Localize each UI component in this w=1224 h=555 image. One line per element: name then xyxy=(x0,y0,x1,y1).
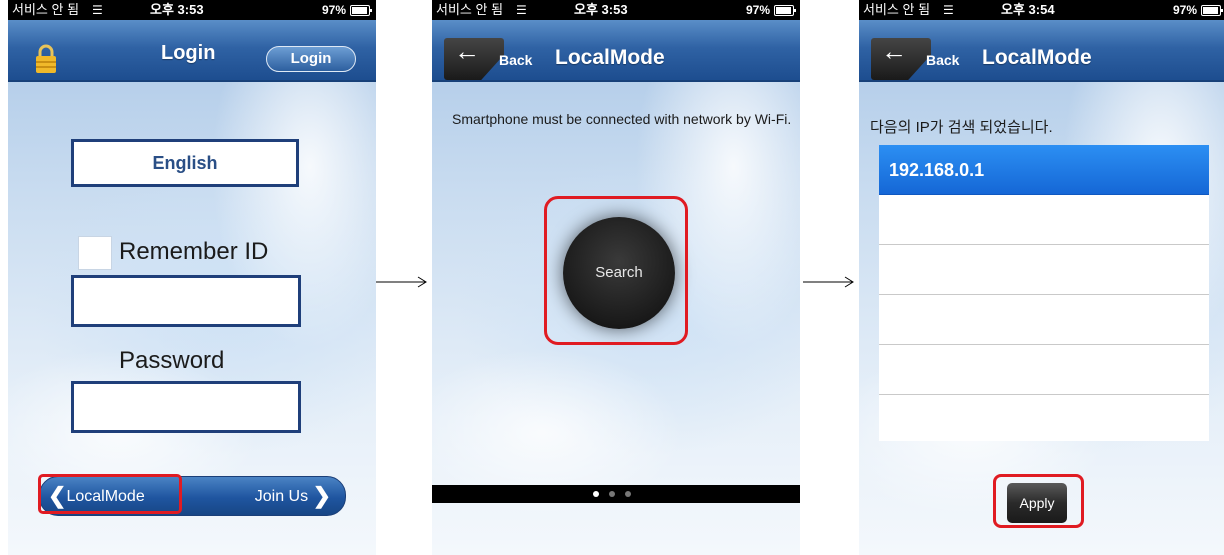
nav-login-button[interactable]: Login xyxy=(266,46,356,72)
remember-id-label: Remember ID xyxy=(119,238,269,265)
clock: 오후 3:54 xyxy=(1001,2,1055,17)
battery-icon xyxy=(350,5,372,16)
localmode-highlight xyxy=(38,474,182,514)
ip-list-item[interactable] xyxy=(879,295,1209,345)
ip-list-item[interactable] xyxy=(879,395,1209,445)
page-dot xyxy=(593,491,599,497)
chevron-right-icon: ❯ xyxy=(312,483,331,508)
battery-icon xyxy=(774,5,796,16)
clock: 오후 3:53 xyxy=(150,2,204,17)
battery-percent: 97% xyxy=(1172,3,1197,17)
password-field[interactable] xyxy=(71,381,301,433)
status-bar: 서비스 안 됨 ☰ 오후 3:53 97% xyxy=(432,0,800,20)
nav-bar: ← Back LocalMode xyxy=(859,20,1224,82)
battery-icon xyxy=(1201,5,1223,16)
ip-list-item[interactable] xyxy=(879,245,1209,295)
wifi-icon: ☰ xyxy=(943,3,954,17)
arrow-right-icon xyxy=(803,276,854,288)
localmode-search-screen: 서비스 안 됨 ☰ 오후 3:53 97% ← Back LocalMode S… xyxy=(432,0,800,555)
arrow-right-icon xyxy=(376,276,427,288)
localmode-result-screen: 서비스 안 됨 ☰ 오후 3:54 97% ← Back LocalMode 다… xyxy=(859,0,1224,555)
carrier-label: 서비스 안 됨 xyxy=(12,2,80,17)
wifi-icon: ☰ xyxy=(516,3,527,17)
page-indicator xyxy=(432,485,800,503)
page-title: LocalMode xyxy=(555,46,665,69)
nav-bar: Login Login xyxy=(8,20,376,82)
wifi-icon: ☰ xyxy=(92,3,103,17)
carrier-label: 서비스 안 됨 xyxy=(863,2,931,17)
join-us-button[interactable]: Join Us ❯ xyxy=(255,477,331,515)
page-dot xyxy=(609,491,615,497)
ip-list-item[interactable] xyxy=(879,195,1209,245)
wifi-requirement-text: Smartphone must be connected with networ… xyxy=(452,111,792,127)
ip-found-message: 다음의 IP가 검색 되었습니다. xyxy=(870,119,1053,136)
remember-id-checkbox[interactable] xyxy=(78,236,112,270)
password-label: Password xyxy=(119,347,225,374)
status-bar: 서비스 안 됨 ☰ 오후 3:54 97% xyxy=(859,0,1224,20)
battery-percent: 97% xyxy=(745,3,770,17)
page-dot xyxy=(625,491,631,497)
back-label[interactable]: Back xyxy=(926,52,959,68)
join-us-label: Join Us xyxy=(254,488,309,505)
clock: 오후 3:53 xyxy=(574,2,628,17)
status-bar: 서비스 안 됨 ☰ 오후 3:53 97% xyxy=(8,0,376,20)
search-highlight xyxy=(544,196,688,345)
ip-list: 192.168.0.1 xyxy=(879,145,1209,441)
back-arrow-icon: ← xyxy=(454,36,480,66)
login-screen: 서비스 안 됨 ☰ 오후 3:53 97% Login Login Englis… xyxy=(8,0,376,555)
language-selector[interactable]: English xyxy=(71,139,299,187)
lock-icon xyxy=(36,44,56,73)
ip-list-item[interactable]: 192.168.0.1 xyxy=(879,145,1209,195)
ip-list-item[interactable] xyxy=(879,345,1209,395)
carrier-label: 서비스 안 됨 xyxy=(436,2,504,17)
nav-bar: ← Back LocalMode xyxy=(432,20,800,82)
battery-percent: 97% xyxy=(321,3,346,17)
id-field[interactable] xyxy=(71,275,301,327)
page-title: LocalMode xyxy=(982,46,1092,69)
apply-highlight xyxy=(993,474,1084,528)
page-title: Login xyxy=(161,42,216,64)
back-arrow-icon: ← xyxy=(881,36,907,66)
back-label[interactable]: Back xyxy=(499,52,532,68)
